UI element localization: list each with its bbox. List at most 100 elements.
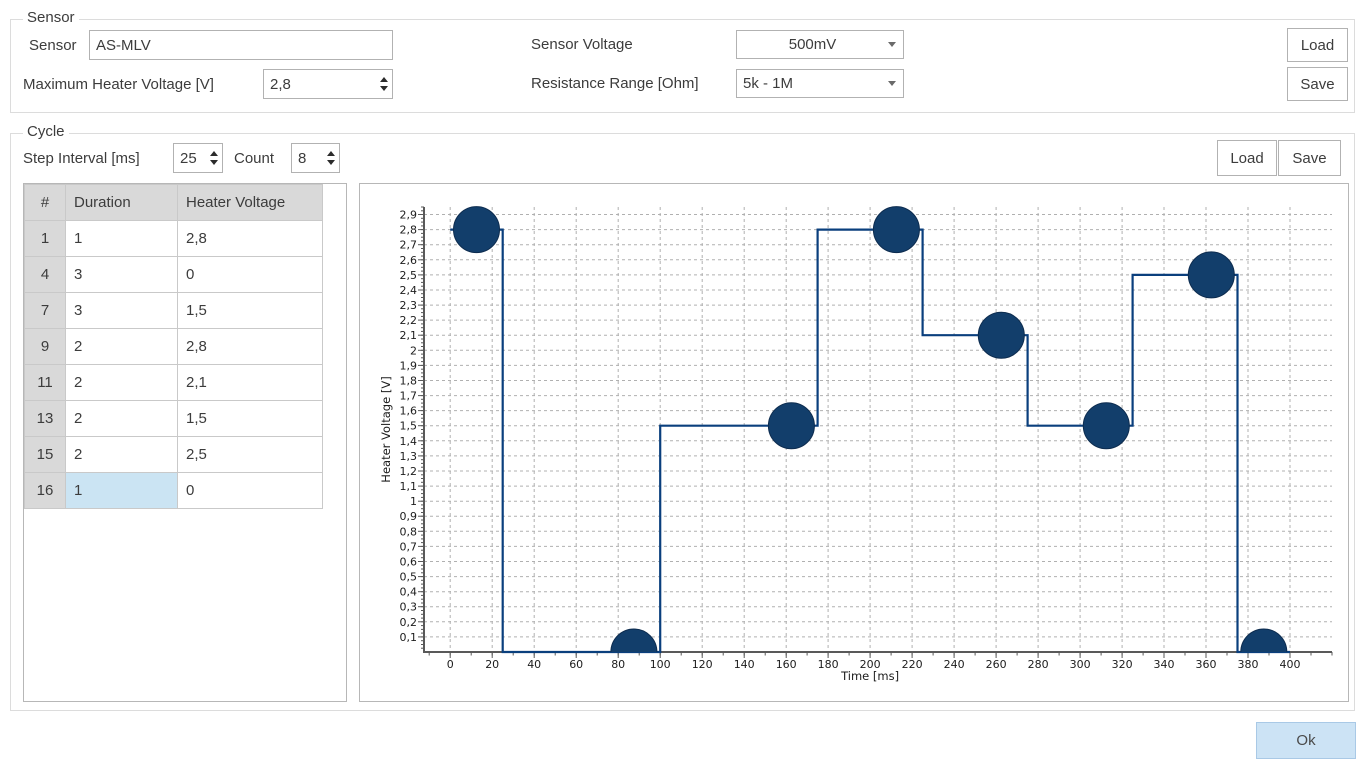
heater-voltage-cell[interactable]: 1,5 (178, 293, 323, 329)
svg-text:140: 140 (734, 658, 755, 671)
sensor-group-title: Sensor (23, 9, 79, 26)
step-interval-input[interactable]: 25 (173, 143, 223, 173)
spin-down-icon[interactable] (210, 160, 218, 165)
heater-voltage-cell[interactable]: 2,1 (178, 365, 323, 401)
svg-text:360: 360 (1196, 658, 1217, 671)
table-header-row: #DurationHeater Voltage (25, 185, 323, 221)
chevron-down-icon (888, 81, 896, 86)
svg-text:240: 240 (944, 658, 965, 671)
svg-text:20: 20 (485, 658, 499, 671)
table-row: 112,8 (25, 221, 323, 257)
column-header: # (25, 185, 66, 221)
svg-text:0,3: 0,3 (400, 601, 418, 614)
spin-up-icon[interactable] (380, 77, 388, 82)
row-header-cell[interactable]: 7 (25, 293, 66, 329)
svg-text:2: 2 (410, 344, 417, 357)
svg-text:280: 280 (1028, 658, 1049, 671)
svg-text:1: 1 (410, 495, 417, 508)
heater-voltage-cell[interactable]: 1,5 (178, 401, 323, 437)
max-heater-voltage-input[interactable]: 2,8 (263, 69, 393, 99)
spin-up-icon[interactable] (210, 151, 218, 156)
resistance-range-value: 5k - 1M (737, 75, 793, 92)
svg-text:60: 60 (569, 658, 583, 671)
cycle-load-label: Load (1230, 150, 1263, 167)
row-header-cell[interactable]: 13 (25, 401, 66, 437)
svg-text:2,3: 2,3 (400, 299, 418, 312)
svg-text:400: 400 (1280, 658, 1301, 671)
svg-text:2,4: 2,4 (400, 284, 418, 297)
duration-cell[interactable]: 2 (66, 329, 178, 365)
sensor-save-button[interactable]: Save (1287, 67, 1348, 101)
column-header: Heater Voltage (178, 185, 323, 221)
spin-down-icon[interactable] (380, 86, 388, 91)
heater-voltage-cell[interactable]: 2,8 (178, 221, 323, 257)
count-input[interactable]: 8 (291, 143, 340, 173)
svg-text:1,3: 1,3 (400, 450, 418, 463)
svg-text:1,5: 1,5 (400, 420, 418, 433)
duration-cell[interactable]: 2 (66, 365, 178, 401)
svg-text:0,9: 0,9 (400, 510, 418, 523)
table-row: 430 (25, 257, 323, 293)
svg-text:100: 100 (650, 658, 671, 671)
data-point-marker (1083, 403, 1129, 449)
table-row: 1522,5 (25, 437, 323, 473)
duration-cell[interactable]: 3 (66, 257, 178, 293)
row-header-cell[interactable]: 1 (25, 221, 66, 257)
tick-labels: 0204060801001201401601802002202402602803… (400, 209, 1301, 672)
sensor-load-button[interactable]: Load (1287, 28, 1348, 62)
svg-text:2,1: 2,1 (400, 329, 418, 342)
sensor-voltage-value: 500mV (737, 36, 888, 53)
duration-cell[interactable]: 2 (66, 437, 178, 473)
cycle-load-button[interactable]: Load (1217, 140, 1277, 176)
svg-text:1,8: 1,8 (400, 375, 418, 388)
table-row: 1610 (25, 473, 323, 509)
svg-text:0,7: 0,7 (400, 540, 418, 553)
svg-text:2,9: 2,9 (400, 209, 418, 222)
row-header-cell[interactable]: 11 (25, 365, 66, 401)
row-header-cell[interactable]: 16 (25, 473, 66, 509)
max-heater-voltage-label: Maximum Heater Voltage [V] (23, 75, 214, 95)
sensor-group: Sensor Sensor AS-MLV Maximum Heater Volt… (10, 19, 1355, 113)
duration-cell[interactable]: 2 (66, 401, 178, 437)
table-row: 1122,1 (25, 365, 323, 401)
svg-text:340: 340 (1154, 658, 1175, 671)
chart-panel: 0204060801001201401601802002202402602803… (359, 183, 1349, 702)
svg-text:260: 260 (986, 658, 1007, 671)
svg-text:0: 0 (447, 658, 454, 671)
data-point-marker (1188, 252, 1234, 298)
cycle-save-button[interactable]: Save (1278, 140, 1341, 176)
ok-button[interactable]: Ok (1256, 722, 1356, 759)
duration-cell[interactable]: 1 (66, 473, 178, 509)
svg-text:1,2: 1,2 (400, 465, 418, 478)
resistance-range-select[interactable]: 5k - 1M (736, 69, 904, 98)
svg-text:80: 80 (611, 658, 625, 671)
heater-voltage-cell[interactable]: 0 (178, 473, 323, 509)
cycle-table: #DurationHeater Voltage112,8430731,5922,… (24, 184, 346, 509)
heater-voltage-cell[interactable]: 2,5 (178, 437, 323, 473)
svg-text:300: 300 (1070, 658, 1091, 671)
row-header-cell[interactable]: 9 (25, 329, 66, 365)
row-header-cell[interactable]: 4 (25, 257, 66, 293)
duration-cell[interactable]: 3 (66, 293, 178, 329)
duration-cell[interactable]: 1 (66, 221, 178, 257)
sensor-voltage-select[interactable]: 500mV (736, 30, 904, 59)
spin-up-icon[interactable] (327, 151, 335, 156)
cycle-step-table: #DurationHeater Voltage112,8430731,5922,… (24, 184, 323, 509)
heater-voltage-cell[interactable]: 2,8 (178, 329, 323, 365)
sensor-name-input[interactable]: AS-MLV (89, 30, 393, 60)
svg-text:160: 160 (776, 658, 797, 671)
svg-text:40: 40 (527, 658, 541, 671)
svg-text:2,6: 2,6 (400, 254, 418, 267)
cycle-group-title: Cycle (23, 123, 69, 140)
resistance-range-label: Resistance Range [Ohm] (531, 74, 699, 94)
x-axis-title: Time [ms] (840, 669, 899, 683)
svg-text:2,2: 2,2 (400, 314, 418, 327)
heater-voltage-cell[interactable]: 0 (178, 257, 323, 293)
spin-down-icon[interactable] (327, 160, 335, 165)
sensor-name-value: AS-MLV (96, 37, 151, 54)
count-value: 8 (298, 150, 306, 167)
ok-label: Ok (1296, 732, 1315, 749)
row-header-cell[interactable]: 15 (25, 437, 66, 473)
svg-text:2,8: 2,8 (400, 224, 418, 237)
svg-text:1,6: 1,6 (400, 405, 418, 418)
